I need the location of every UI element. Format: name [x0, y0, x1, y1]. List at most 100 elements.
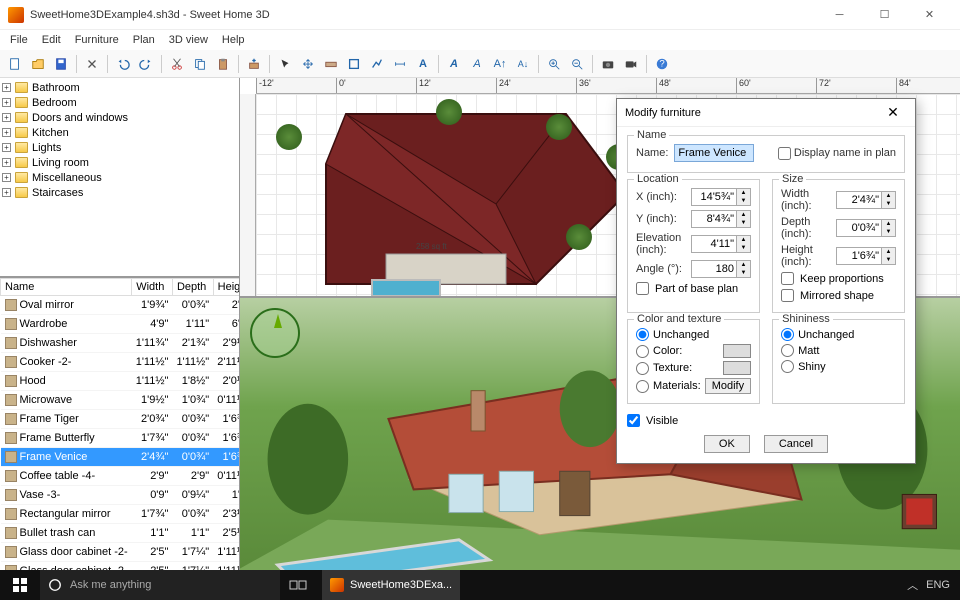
display-name-checkbox[interactable]: [778, 147, 791, 160]
expand-icon[interactable]: +: [2, 143, 11, 152]
save-icon[interactable]: [50, 53, 72, 75]
create-room-icon[interactable]: [343, 53, 365, 75]
table-row[interactable]: Cooker -2-1'11½"1'11½"2'11½": [1, 353, 240, 372]
furniture-table-wrap[interactable]: Name Width Depth Height Visible Oval mir…: [0, 278, 239, 570]
close-button[interactable]: ✕: [907, 1, 952, 29]
table-row[interactable]: Vase -3-0'9"0'9¼"1'8": [1, 486, 240, 505]
pool-plan[interactable]: [371, 279, 441, 297]
menu-plan[interactable]: Plan: [127, 32, 161, 48]
tree-item[interactable]: +Bedroom: [2, 95, 237, 110]
tree-item[interactable]: +Miscellaneous: [2, 170, 237, 185]
menu-edit[interactable]: Edit: [36, 32, 67, 48]
col-depth[interactable]: Depth: [172, 279, 213, 296]
col-width[interactable]: Width: [132, 279, 173, 296]
ct-texture-radio[interactable]: [636, 362, 649, 375]
photo-icon[interactable]: [597, 53, 619, 75]
ct-color-radio[interactable]: [636, 345, 649, 358]
table-row[interactable]: Dishwasher1'11¾"2'1¾"2'9½": [1, 334, 240, 353]
y-stepper[interactable]: ▲▼: [691, 210, 751, 228]
tree-item[interactable]: +Doors and windows: [2, 110, 237, 125]
tree-item[interactable]: +Staircases: [2, 185, 237, 200]
text-italic-icon[interactable]: A: [466, 53, 488, 75]
cut-icon[interactable]: [166, 53, 188, 75]
catalog-tree[interactable]: +Bathroom+Bedroom+Doors and windows+Kitc…: [0, 78, 239, 278]
elevation-stepper[interactable]: ▲▼: [691, 235, 751, 253]
table-row[interactable]: Coffee table -4-2'9"2'9"0'11¼": [1, 467, 240, 486]
paste-icon[interactable]: [212, 53, 234, 75]
color-swatch-button[interactable]: [723, 344, 751, 358]
pan-icon[interactable]: [297, 53, 319, 75]
copy-icon[interactable]: [189, 53, 211, 75]
sh-matt-radio[interactable]: [781, 344, 794, 357]
minimize-button[interactable]: ─: [817, 1, 862, 29]
col-name[interactable]: Name: [1, 279, 132, 296]
expand-icon[interactable]: +: [2, 128, 11, 137]
visible-checkbox[interactable]: [627, 414, 640, 427]
menu-help[interactable]: Help: [216, 32, 251, 48]
tree-item[interactable]: +Living room: [2, 155, 237, 170]
expand-icon[interactable]: +: [2, 188, 11, 197]
table-row[interactable]: Frame Butterfly1'7¾"0'0¾"1'6¾": [1, 429, 240, 448]
add-furniture-icon[interactable]: [243, 53, 265, 75]
taskbar-search[interactable]: Ask me anything: [40, 570, 280, 600]
mirrored-checkbox[interactable]: [781, 289, 794, 302]
tray-lang[interactable]: ENG: [926, 579, 950, 591]
cancel-button[interactable]: Cancel: [764, 435, 828, 453]
create-wall-icon[interactable]: [320, 53, 342, 75]
table-row[interactable]: Bullet trash can1'1"1'1"2'5¼": [1, 524, 240, 543]
select-icon[interactable]: [274, 53, 296, 75]
angle-stepper[interactable]: ▲▼: [691, 260, 751, 278]
table-row[interactable]: Rectangular mirror1'7¾"0'0¾"2'3½": [1, 505, 240, 524]
task-view-button[interactable]: [280, 578, 316, 592]
redo-icon[interactable]: [135, 53, 157, 75]
zoom-in-icon[interactable]: [543, 53, 565, 75]
table-row[interactable]: Glass door cabinet -2-2'5"1'7¼"1'11¼": [1, 543, 240, 562]
dialog-close-button[interactable]: ✕: [879, 104, 907, 121]
ok-button[interactable]: OK: [704, 435, 750, 453]
expand-icon[interactable]: +: [2, 173, 11, 182]
text-decrease-icon[interactable]: A↓: [512, 53, 534, 75]
expand-icon[interactable]: +: [2, 83, 11, 92]
maximize-button[interactable]: ☐: [862, 1, 907, 29]
table-row[interactable]: Oval mirror1'9¾"0'0¾"2'7": [1, 296, 240, 315]
height-stepper[interactable]: ▲▼: [836, 247, 896, 265]
tree-item[interactable]: +Kitchen: [2, 125, 237, 140]
sh-shiny-radio[interactable]: [781, 360, 794, 373]
start-button[interactable]: [0, 577, 40, 593]
expand-icon[interactable]: +: [2, 158, 11, 167]
ct-materials-radio[interactable]: [636, 380, 649, 393]
help-icon[interactable]: ?: [651, 53, 673, 75]
sh-unchanged-radio[interactable]: [781, 328, 794, 341]
zoom-out-icon[interactable]: [566, 53, 588, 75]
table-row[interactable]: Hood1'11½"1'8½"2'0¼": [1, 372, 240, 391]
depth-stepper[interactable]: ▲▼: [836, 219, 896, 237]
new-icon[interactable]: [4, 53, 26, 75]
compass-icon[interactable]: [250, 308, 300, 358]
ct-unchanged-radio[interactable]: [636, 328, 649, 341]
table-row[interactable]: Frame Tiger2'0¾"0'0¾"1'6¾": [1, 410, 240, 429]
expand-icon[interactable]: +: [2, 98, 11, 107]
open-icon[interactable]: [27, 53, 49, 75]
width-stepper[interactable]: ▲▼: [836, 191, 896, 209]
col-height[interactable]: Height: [213, 279, 239, 296]
texture-swatch-button[interactable]: [723, 361, 751, 375]
name-field[interactable]: [674, 144, 754, 162]
table-row[interactable]: Wardrobe4'9"1'11"6'7": [1, 315, 240, 334]
create-text-icon[interactable]: A: [412, 53, 434, 75]
keep-proportions-checkbox[interactable]: [781, 272, 794, 285]
tree-item[interactable]: +Lights: [2, 140, 237, 155]
video-icon[interactable]: [620, 53, 642, 75]
text-increase-icon[interactable]: A↑: [489, 53, 511, 75]
preferences-icon[interactable]: [81, 53, 103, 75]
text-bold-icon[interactable]: A: [443, 53, 465, 75]
undo-icon[interactable]: [112, 53, 134, 75]
materials-modify-button[interactable]: Modify: [705, 378, 751, 394]
table-row[interactable]: Frame Venice2'4¾"0'0¾"1'6¾": [1, 448, 240, 467]
taskbar-app[interactable]: SweetHome3DExa...: [322, 570, 460, 600]
house-plan[interactable]: [296, 104, 636, 294]
table-row[interactable]: Glass door cabinet -2-2'5"1'7¼"1'11¼": [1, 562, 240, 571]
menu-file[interactable]: File: [4, 32, 34, 48]
create-polyline-icon[interactable]: [366, 53, 388, 75]
menu-furniture[interactable]: Furniture: [69, 32, 125, 48]
baseplan-checkbox[interactable]: [636, 282, 649, 295]
